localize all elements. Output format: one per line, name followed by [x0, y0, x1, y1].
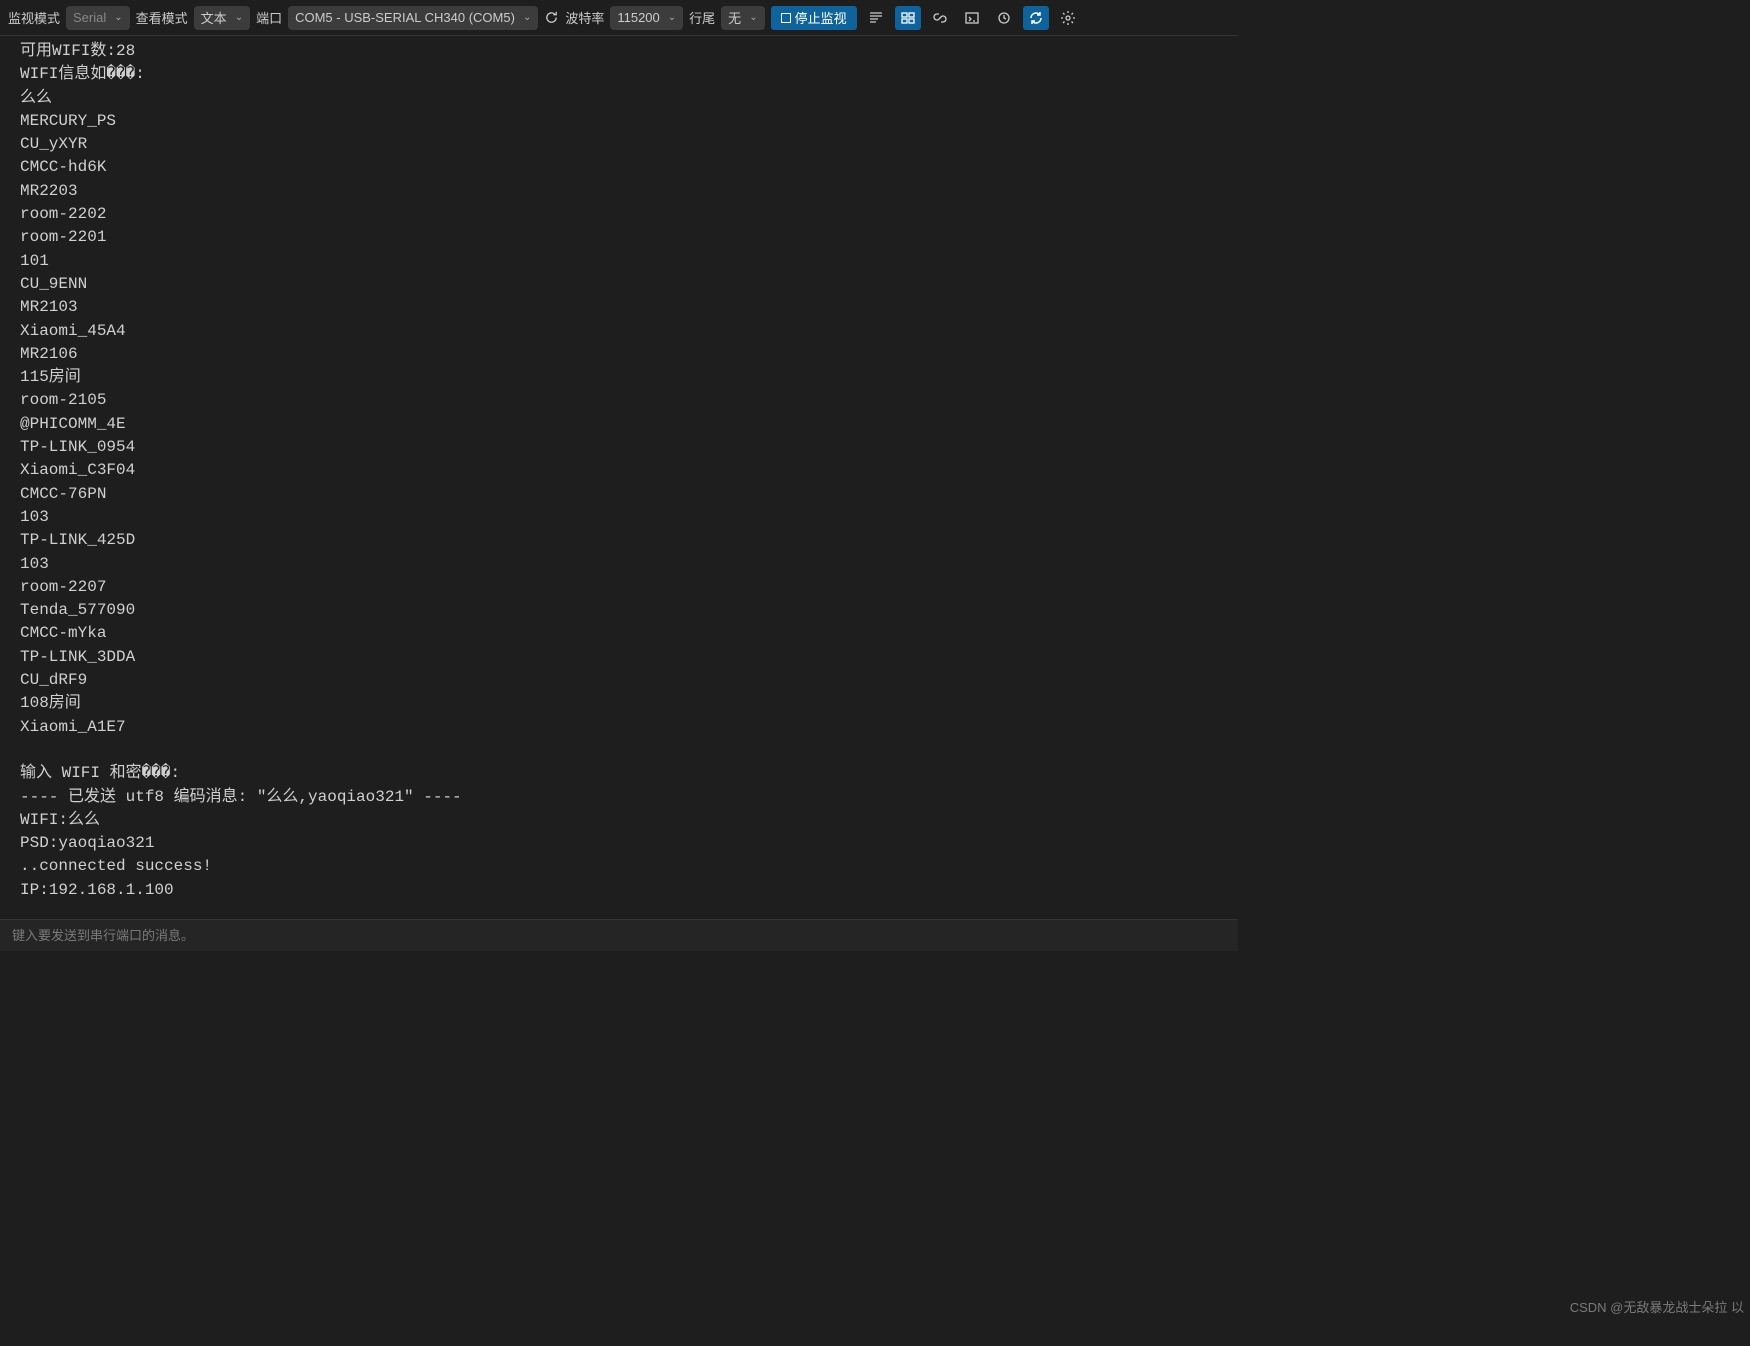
- serial-monitor-toolbar: 监视模式 Serial ⌄ 查看模式 文本 ⌄ 端口 COM5 - USB-SE…: [0, 0, 1238, 36]
- baud-label: 波特率: [565, 8, 604, 27]
- baud-value: 115200: [617, 10, 659, 25]
- stop-button-label: 停止监视: [795, 8, 847, 27]
- terminal-icon[interactable]: [959, 6, 985, 30]
- serial-input-bar: [0, 919, 1238, 951]
- clear-output-icon[interactable]: [991, 6, 1017, 30]
- port-value: COM5 - USB-SERIAL CH340 (COM5): [295, 10, 515, 25]
- port-select[interactable]: COM5 - USB-SERIAL CH340 (COM5) ⌄: [288, 6, 538, 30]
- line-end-label: 行尾: [689, 8, 715, 27]
- serial-output: 可用WIFI数:28 WIFI信息如���: 么么 MERCURY_PS CU_…: [0, 36, 1238, 919]
- monitor-mode-value: Serial: [73, 10, 106, 25]
- stop-icon: [781, 13, 791, 23]
- monitor-mode-select[interactable]: Serial ⌄: [66, 6, 130, 30]
- toggle-timestamp-icon[interactable]: [895, 6, 921, 30]
- toggle-autoscroll-icon[interactable]: [863, 6, 889, 30]
- view-mode-label: 查看模式: [136, 8, 188, 27]
- line-end-value: 无: [728, 8, 741, 27]
- stop-monitor-button[interactable]: 停止监视: [771, 6, 857, 30]
- watermark: CSDN @无敌暴龙战士朵拉 以: [1570, 1297, 1744, 1316]
- port-label: 端口: [256, 8, 282, 27]
- chevron-down-icon: ⌄: [114, 12, 122, 23]
- view-mode-value: 文本: [201, 8, 227, 27]
- chevron-down-icon: ⌄: [235, 12, 243, 23]
- serial-input[interactable]: [12, 928, 1226, 943]
- settings-icon[interactable]: [1055, 6, 1081, 30]
- view-mode-select[interactable]: 文本 ⌄: [194, 6, 250, 30]
- chevron-down-icon: ⌄: [523, 12, 531, 23]
- sync-icon[interactable]: [1023, 6, 1049, 30]
- chevron-down-icon: ⌄: [668, 12, 676, 23]
- refresh-port-icon[interactable]: [544, 10, 559, 25]
- monitor-mode-label: 监视模式: [8, 8, 60, 27]
- link-icon[interactable]: [927, 6, 953, 30]
- chevron-down-icon: ⌄: [749, 12, 757, 23]
- line-end-select[interactable]: 无 ⌄: [721, 6, 764, 30]
- baud-select[interactable]: 115200 ⌄: [610, 6, 683, 30]
